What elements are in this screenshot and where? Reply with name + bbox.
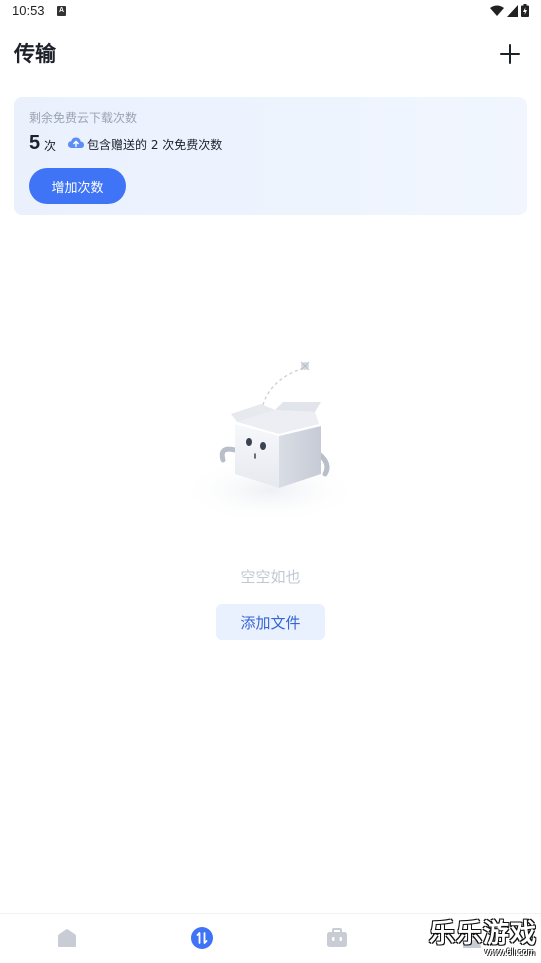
page-title: 传输 [14, 42, 56, 66]
battery-icon [521, 4, 529, 17]
watermark: 乐乐游戏 www.6ll.com [425, 913, 541, 963]
quota-card: 剩余免费云下载次数 5 次 包含赠送的 2 次免费次数 增加次数 [14, 97, 527, 215]
wifi-icon [490, 5, 504, 16]
status-bar: 10:53 A [0, 0, 541, 24]
watermark-url: www.6ll.com [484, 947, 535, 957]
plus-icon[interactable] [498, 42, 522, 66]
cloud-upload-icon [68, 137, 84, 148]
empty-state-text: 空空如也 [240, 568, 301, 586]
a-icon: A [57, 6, 66, 16]
signal-icon [507, 4, 518, 17]
add-times-button[interactable]: 增加次数 [29, 168, 126, 204]
quota-label: 剩余免费云下载次数 [29, 111, 138, 125]
toolbox-icon[interactable] [325, 926, 349, 950]
empty-box-icon [178, 361, 362, 524]
transfer-icon[interactable] [190, 926, 214, 950]
status-icons [490, 4, 529, 17]
quota-unit: 次 [44, 139, 57, 153]
home-icon[interactable] [55, 926, 79, 950]
status-time: 10:53 [12, 3, 45, 18]
quota-note: 包含赠送的 2 次免费次数 [87, 138, 223, 152]
quota-count: 5 [29, 132, 41, 154]
add-file-button[interactable]: 添加文件 [216, 604, 325, 640]
watermark-title: 乐乐游戏 [428, 919, 537, 949]
